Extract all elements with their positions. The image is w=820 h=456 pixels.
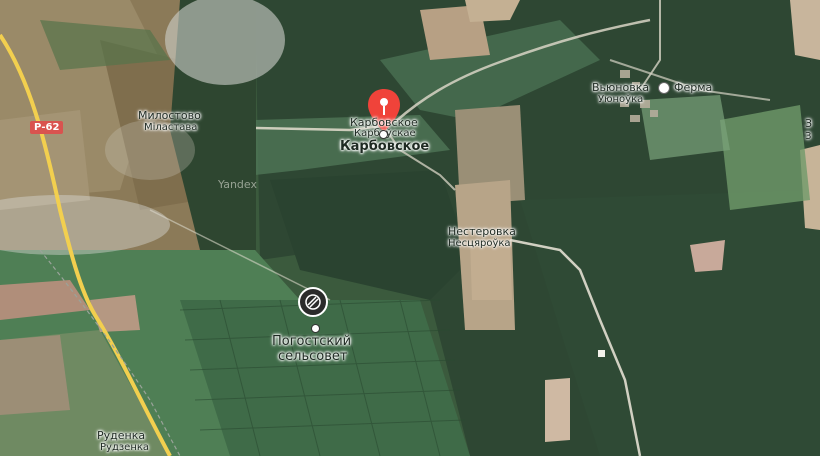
place-label-karbovskoe[interactable]: Карбовское bbox=[350, 117, 418, 129]
place-label-milostovo[interactable]: Милостово bbox=[138, 110, 201, 122]
place-label-ferma[interactable]: Ферма bbox=[674, 82, 712, 94]
place-label-milostovo-by: Міластава bbox=[144, 122, 198, 133]
place-label-vyunovka[interactable]: Вьюновка bbox=[592, 82, 649, 94]
map-attribution: Yandex bbox=[218, 178, 257, 191]
road-badge-r62: Р-62 bbox=[30, 121, 64, 134]
place-label-rudenka-by: Рудзенка bbox=[100, 442, 150, 453]
place-label-pogost-line1[interactable]: Погостский bbox=[272, 335, 351, 349]
place-label-rudenka[interactable]: Руденка bbox=[97, 430, 145, 442]
place-label-nesterovka[interactable]: Нестеровка bbox=[448, 226, 516, 238]
place-dot-pogost bbox=[311, 324, 320, 333]
place-label-edge-by: З bbox=[805, 131, 812, 142]
place-label-nesterovka-by: Несцяроўка bbox=[448, 238, 511, 249]
district-marker-icon[interactable] bbox=[298, 287, 328, 317]
selected-place-title[interactable]: Карбовское bbox=[340, 140, 429, 154]
place-label-pogost-line2[interactable]: сельсовет bbox=[278, 350, 347, 364]
place-dot bbox=[379, 130, 388, 139]
farm-icon[interactable] bbox=[658, 82, 670, 94]
satellite-map[interactable] bbox=[0, 0, 820, 456]
place-label-vyunovka-by: Уюноўка bbox=[598, 94, 644, 105]
place-label-edge[interactable]: З bbox=[805, 118, 812, 130]
